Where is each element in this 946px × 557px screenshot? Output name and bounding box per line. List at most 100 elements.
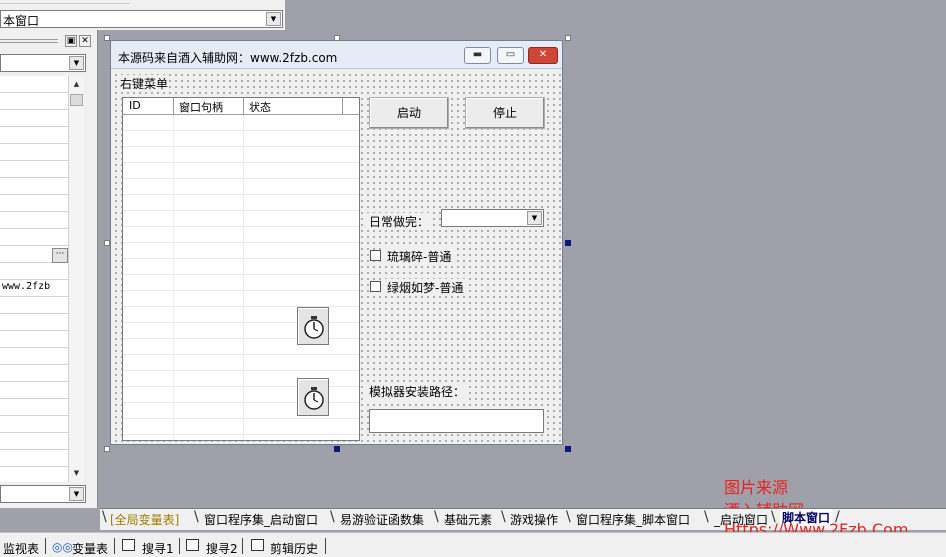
timer-control[interactable] (297, 307, 329, 345)
tab-divider: \ (102, 509, 107, 525)
property-row[interactable] (0, 467, 68, 482)
property-row[interactable] (0, 229, 68, 246)
tab-game-operations[interactable]: 游戏操作 (510, 511, 558, 528)
stop-button[interactable]: 停止 (465, 97, 545, 129)
status-bar: 监视表 ◎◎ 变量表 搜寻1 搜寻2 剪辑历史 (0, 532, 946, 557)
resize-handle[interactable] (565, 446, 571, 452)
scroll-down-icon[interactable]: ▼ (69, 465, 84, 481)
status-search1[interactable]: 搜寻1 (142, 540, 174, 557)
search-list-icon (186, 539, 199, 551)
property-row[interactable] (0, 93, 68, 110)
design-window[interactable]: 本源码来自酒入辅助网：www.2fzb.com ▬ ▭ ✕ 右键菜单 ID 窗口… (110, 40, 563, 445)
property-row[interactable] (0, 263, 68, 280)
chevron-down-icon[interactable]: ▼ (69, 487, 84, 501)
ellipsis-button[interactable]: ··· (52, 248, 68, 263)
property-row[interactable]: www.2fzb (0, 280, 68, 297)
status-search2[interactable]: 搜寻2 (206, 540, 238, 557)
minimize-button[interactable]: ▬ (464, 47, 491, 64)
form-client-area[interactable]: 右键菜单 ID 窗口句柄 状态 启动 停止 日常做完： ▼ 琉璃碎-普通 绿烟如… (111, 70, 562, 444)
tab-script-window-assembly[interactable]: 窗口程序集_脚本窗口 (576, 511, 690, 528)
property-row[interactable] (0, 195, 68, 212)
tab-launch-window-assembly[interactable]: 窗口程序集_启动窗口 (204, 511, 318, 528)
property-row[interactable] (0, 127, 68, 144)
property-row[interactable] (0, 110, 68, 127)
resize-handle[interactable] (334, 35, 340, 41)
column-divider[interactable] (243, 98, 244, 114)
chevron-down-icon[interactable]: ▼ (527, 211, 542, 225)
property-panel-combo[interactable]: ▼ (0, 54, 86, 72)
status-divider (325, 538, 326, 554)
start-button[interactable]: 启动 (369, 97, 449, 129)
scroll-thumb[interactable] (70, 94, 83, 106)
scroll-up-icon[interactable]: ▲ (69, 76, 84, 92)
tab-basic-elements[interactable]: 基础元素 (444, 511, 492, 528)
timer-control[interactable] (297, 378, 329, 416)
toolbar-remnant (0, 0, 130, 4)
chevron-down-icon[interactable]: ▼ (266, 12, 281, 26)
tab-verification-functions[interactable]: 易游验证函数集 (340, 511, 424, 528)
tab-divider: \ (434, 509, 439, 525)
property-row[interactable] (0, 161, 68, 178)
object-selector-value: 本窗口 (3, 14, 40, 28)
maximize-button[interactable]: ▭ (497, 47, 524, 64)
property-scrollbar[interactable]: ▲ ▼ (68, 76, 84, 482)
resize-handle[interactable] (104, 35, 110, 41)
resize-handle[interactable] (104, 240, 110, 246)
column-header-id[interactable]: ID (129, 99, 141, 112)
status-watch-table[interactable]: 监视表 (3, 540, 39, 557)
property-row[interactable] (0, 365, 68, 382)
property-row[interactable] (0, 382, 68, 399)
column-divider[interactable] (342, 98, 343, 114)
status-divider (114, 538, 115, 554)
property-row[interactable] (0, 450, 68, 467)
checkbox-lvyanrumeng[interactable] (370, 281, 381, 292)
checkbox-liulisui[interactable] (370, 250, 381, 261)
property-panel: ▣ ✕ ▼ www.2fzb ··· ▲ ▼ ▼ (0, 30, 98, 508)
stopwatch-icon (304, 387, 324, 410)
property-panel-bottom-combo[interactable]: ▼ (0, 485, 86, 503)
resize-handle[interactable] (334, 446, 340, 452)
close-icon[interactable]: ✕ (79, 35, 91, 47)
object-selector-combo[interactable]: 本窗口 ▼ (0, 10, 283, 28)
glasses-icon: ◎◎ (52, 540, 73, 554)
tab-divider: \ (194, 509, 199, 525)
column-header-status[interactable]: 状态 (249, 99, 271, 115)
designer-top-strip: 本窗口 ▼ (0, 0, 946, 30)
listview-header: ID 窗口句柄 状态 (123, 98, 359, 115)
column-header-handle[interactable]: 窗口句柄 (179, 99, 223, 115)
property-row[interactable] (0, 331, 68, 348)
daily-done-combo[interactable]: ▼ (441, 209, 544, 227)
status-clip-history[interactable]: 剪辑历史 (270, 540, 318, 557)
resize-handle[interactable] (565, 35, 571, 41)
property-row[interactable] (0, 399, 68, 416)
close-button[interactable]: ✕ (528, 47, 558, 64)
property-row[interactable] (0, 416, 68, 433)
column-gridline (243, 115, 244, 440)
status-divider (242, 538, 243, 554)
resize-handle[interactable] (565, 240, 571, 246)
tab-global-vars[interactable]: [全局变量表] (110, 511, 179, 528)
stopwatch-icon (304, 316, 324, 339)
status-divider (179, 538, 180, 554)
emulator-path-label: 模拟器安装路径： (367, 383, 468, 400)
pin-icon[interactable]: ▣ (65, 35, 77, 47)
property-row[interactable] (0, 212, 68, 229)
context-menu-label[interactable]: 右键菜单 (120, 75, 169, 92)
resize-handle[interactable] (104, 446, 110, 452)
emulator-path-input[interactable] (369, 409, 544, 433)
property-row[interactable] (0, 348, 68, 365)
chevron-down-icon[interactable]: ▼ (69, 56, 84, 70)
checkbox-liulisui-label[interactable]: 琉璃碎-普通 (385, 248, 454, 265)
window-titlebar[interactable]: 本源码来自酒入辅助网：www.2fzb.com ▬ ▭ ✕ (111, 41, 562, 69)
property-grid: www.2fzb (0, 76, 68, 482)
property-row[interactable] (0, 433, 68, 450)
property-row[interactable] (0, 178, 68, 195)
property-row[interactable] (0, 144, 68, 161)
column-divider[interactable] (173, 98, 174, 114)
checkbox-lvyanrumeng-label[interactable]: 绿烟如梦-普通 (385, 279, 466, 296)
property-row[interactable] (0, 314, 68, 331)
status-divider (45, 538, 46, 554)
property-row[interactable] (0, 297, 68, 314)
property-row[interactable] (0, 76, 68, 93)
status-variable-table[interactable]: 变量表 (72, 540, 108, 557)
